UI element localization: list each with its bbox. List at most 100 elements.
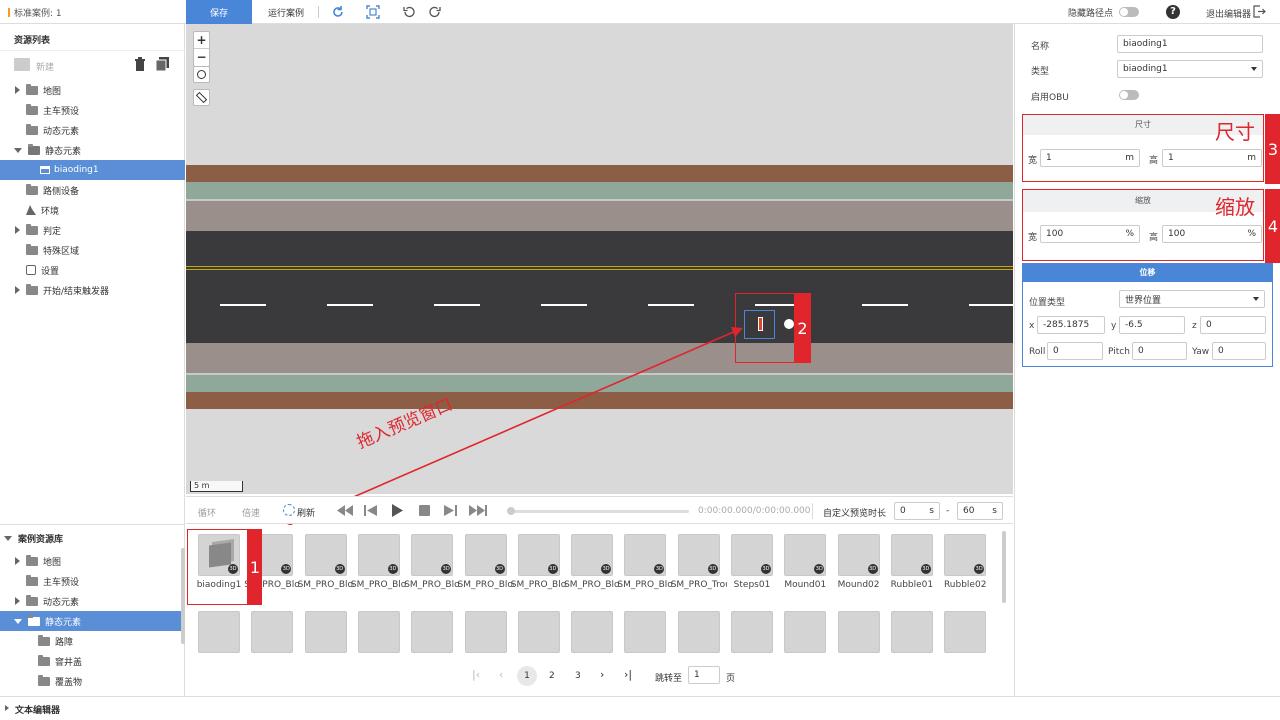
- asset-item[interactable]: [304, 611, 348, 653]
- asset-item[interactable]: [623, 611, 667, 653]
- position-type-select[interactable]: 世界位置: [1119, 290, 1265, 308]
- tree-item-triggers[interactable]: 开始/结束触发器: [0, 280, 185, 300]
- asset-item[interactable]: [464, 611, 508, 653]
- scale-height-input[interactable]: 100%: [1162, 225, 1262, 243]
- asset-item[interactable]: 3D SM_PRO_Block_61: [564, 534, 620, 605]
- new-button[interactable]: 新建: [36, 60, 54, 73]
- tree-item-static[interactable]: 静态元素: [0, 140, 185, 160]
- tree-item-settings[interactable]: 设置: [0, 260, 185, 280]
- page-button-3[interactable]: 3: [575, 671, 581, 681]
- library-item-roadblock[interactable]: 路障: [0, 631, 185, 651]
- delete-icon[interactable]: [134, 57, 146, 71]
- scale-width-input[interactable]: 100%: [1040, 225, 1140, 243]
- yaw-input[interactable]: 0: [1212, 342, 1266, 360]
- asset-item[interactable]: 3D Mound02: [837, 534, 881, 605]
- timeline-slider[interactable]: [509, 510, 689, 513]
- asset-item[interactable]: 3D SM_PRO_Block_16: [404, 534, 460, 605]
- asset-item[interactable]: [677, 611, 721, 653]
- asset-item[interactable]: 3D Rubble01: [890, 534, 934, 605]
- focus-frame-icon[interactable]: [366, 5, 380, 19]
- expand-icon[interactable]: [15, 86, 20, 94]
- type-select[interactable]: biaoding1: [1117, 60, 1263, 78]
- zoom-in-button[interactable]: +: [194, 32, 209, 49]
- asset-item[interactable]: 3D SM_PRO_Block_25: [511, 534, 567, 605]
- timeline-handle[interactable]: [507, 507, 515, 515]
- tree-item-dynamic[interactable]: 动态元素: [0, 120, 185, 140]
- asset-item[interactable]: 3D Rubble02: [943, 534, 987, 605]
- asset-item[interactable]: [837, 611, 881, 653]
- asset-item[interactable]: [943, 611, 987, 653]
- asset-item[interactable]: [250, 611, 294, 653]
- obu-toggle[interactable]: [1119, 90, 1139, 100]
- pitch-input[interactable]: 0: [1132, 342, 1187, 360]
- hide-path-toggle[interactable]: [1119, 7, 1139, 17]
- roll-input[interactable]: 0: [1047, 342, 1103, 360]
- refresh-icon[interactable]: [331, 5, 345, 19]
- z-input[interactable]: 0: [1200, 316, 1266, 334]
- help-icon[interactable]: ?: [1166, 5, 1180, 19]
- asset-item[interactable]: 3D SM_PRO_Block_63: [617, 534, 673, 605]
- duration-start-input[interactable]: 0s: [894, 502, 940, 520]
- prev-page-button[interactable]: ‹: [499, 668, 503, 681]
- collapse-icon[interactable]: [14, 147, 22, 153]
- step-back-icon[interactable]: [364, 505, 377, 516]
- measure-button[interactable]: [193, 89, 210, 106]
- tree-item-special-area[interactable]: 特殊区域: [0, 240, 185, 260]
- text-editor-toggle[interactable]: 文本编辑器: [15, 703, 60, 716]
- asset-scrollbar[interactable]: [1002, 531, 1006, 603]
- library-item-ego-preset[interactable]: 主车预设: [0, 571, 185, 591]
- copy-icon[interactable]: [156, 57, 169, 71]
- redo-icon[interactable]: [428, 5, 442, 19]
- case-library-header[interactable]: 案例资源库: [0, 528, 185, 548]
- x-input[interactable]: -285.1875: [1037, 316, 1105, 334]
- duration-end-input[interactable]: 60 s: [957, 502, 1003, 520]
- asset-item[interactable]: [570, 611, 614, 653]
- preview-viewport[interactable]: + − 5 m 2: [186, 24, 1013, 494]
- asset-item[interactable]: 3D SM_PRO_Trouble…: [671, 534, 727, 605]
- zoom-out-button[interactable]: −: [194, 49, 209, 66]
- run-case-button[interactable]: 运行案例: [258, 0, 314, 24]
- refresh-playback-button[interactable]: 刷新: [297, 506, 315, 519]
- first-page-button[interactable]: |‹: [472, 668, 480, 681]
- new-folder-icon[interactable]: [14, 58, 30, 71]
- undo-icon[interactable]: [402, 5, 416, 19]
- loop-button[interactable]: 循环: [198, 506, 216, 519]
- object-handle[interactable]: [784, 319, 794, 329]
- expand-icon[interactable]: [15, 597, 20, 605]
- library-item-map[interactable]: 地图: [0, 551, 185, 571]
- skip-to-end-icon[interactable]: [469, 505, 487, 516]
- y-input[interactable]: -6.5: [1119, 316, 1185, 334]
- asset-item[interactable]: 3D SM_PRO_Block_11: [351, 534, 407, 605]
- expand-icon[interactable]: [15, 226, 20, 234]
- expand-icon[interactable]: [5, 705, 9, 711]
- save-button[interactable]: 保存: [186, 0, 252, 24]
- refresh-playback-icon[interactable]: [283, 504, 295, 516]
- asset-item[interactable]: [783, 611, 827, 653]
- library-item-manhole[interactable]: 窨井盖: [0, 651, 185, 671]
- expand-icon[interactable]: [15, 286, 20, 294]
- tree-item-ego-preset[interactable]: 主车预设: [0, 100, 185, 120]
- library-item-cover[interactable]: 覆盖物: [0, 671, 185, 691]
- last-page-button[interactable]: ›|: [624, 668, 632, 681]
- stop-icon[interactable]: [419, 505, 430, 516]
- jump-page-input[interactable]: 1: [688, 666, 720, 684]
- name-input[interactable]: biaoding1: [1117, 35, 1263, 53]
- exit-icon[interactable]: [1253, 5, 1266, 18]
- asset-item[interactable]: 3D SM_PRO_Block_18: [458, 534, 514, 605]
- tree-item-biaoding1[interactable]: biaoding1: [0, 160, 185, 180]
- asset-item[interactable]: [357, 611, 401, 653]
- library-item-dynamic[interactable]: 动态元素: [0, 591, 185, 611]
- size-height-input[interactable]: 1m: [1162, 149, 1262, 167]
- tree-item-environment[interactable]: 环境: [0, 200, 185, 220]
- size-width-input[interactable]: 1m: [1040, 149, 1140, 167]
- collapse-icon[interactable]: [14, 618, 22, 624]
- asset-item[interactable]: 3D biaoding1: [197, 534, 241, 605]
- next-page-button[interactable]: ›: [600, 668, 604, 681]
- page-button-2[interactable]: 2: [549, 671, 555, 681]
- expand-icon[interactable]: [15, 557, 20, 565]
- asset-item[interactable]: 3D Mound01: [783, 534, 827, 605]
- collapse-icon[interactable]: [4, 535, 12, 541]
- step-forward-icon[interactable]: [444, 505, 457, 516]
- library-scrollbar[interactable]: [181, 548, 185, 644]
- skip-to-start-icon[interactable]: [337, 505, 353, 516]
